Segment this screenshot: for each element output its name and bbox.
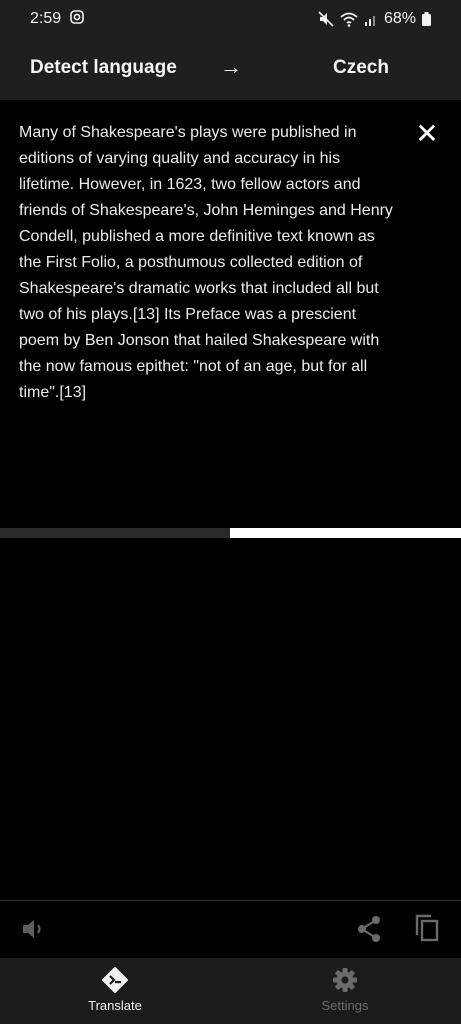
status-time: 2:59	[30, 10, 84, 28]
source-text-area[interactable]: Many of Shakespeare's plays were publish…	[0, 100, 461, 528]
share-icon[interactable]	[356, 915, 382, 943]
source-text[interactable]: Many of Shakespeare's plays were publish…	[19, 120, 394, 406]
camera-icon	[69, 10, 84, 24]
copy-icon[interactable]	[414, 913, 440, 943]
status-time-text: 2:59	[30, 10, 62, 27]
mute-icon	[318, 11, 334, 27]
wifi-icon	[340, 12, 358, 27]
clear-text-close-icon[interactable]: ✕	[413, 120, 441, 150]
action-bar	[0, 901, 461, 958]
swap-arrow-icon[interactable]: →	[220, 54, 242, 80]
nav-translate-label: Translate	[88, 998, 142, 1013]
nav-settings[interactable]: Settings	[285, 958, 405, 1024]
translation-progress-fill	[230, 528, 461, 538]
translate-icon	[102, 967, 128, 993]
translation-output-area	[0, 538, 461, 900]
source-language-button[interactable]: Detect language	[30, 57, 177, 79]
target-language-button[interactable]: Czech	[333, 57, 389, 79]
nav-translate[interactable]: Translate	[55, 958, 175, 1024]
battery-percent: 68%	[383, 10, 416, 27]
gear-icon	[333, 968, 357, 992]
nav-settings-label: Settings	[321, 998, 369, 1013]
signal-icon	[364, 16, 375, 26]
battery-icon	[422, 12, 431, 26]
status-bar: 2:59 68%	[0, 0, 461, 40]
speaker-icon[interactable]	[21, 917, 47, 941]
language-bar: Detect language → Czech	[0, 40, 461, 100]
status-icons: 68%	[318, 10, 431, 28]
bottom-navigation: Translate Settings	[0, 958, 461, 1024]
